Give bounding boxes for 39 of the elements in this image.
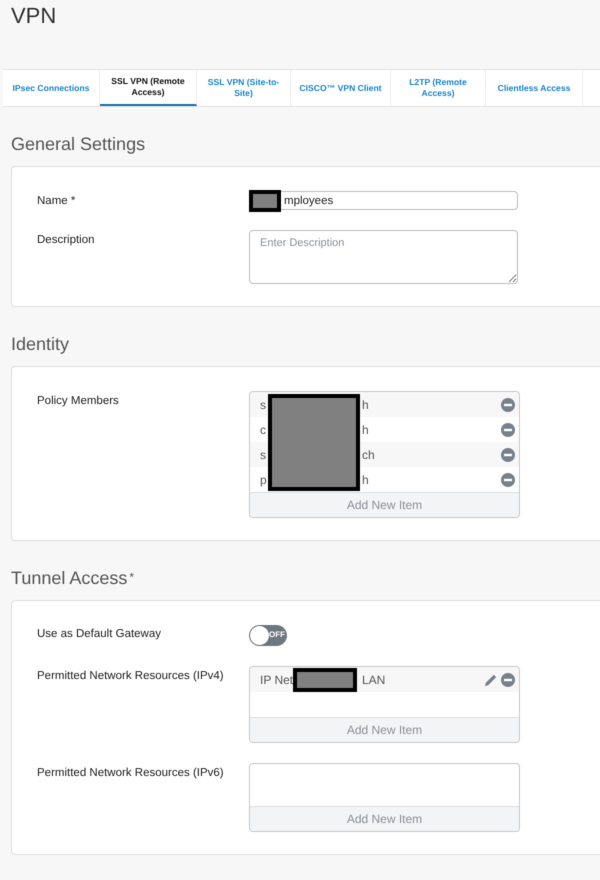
list-item-text: s — [260, 398, 267, 412]
name-field[interactable]: mployees — [249, 191, 518, 210]
description-field[interactable]: Enter Description — [249, 230, 518, 284]
list-item-text: h — [362, 398, 369, 412]
field-label: Policy Members — [36, 394, 120, 407]
tab[interactable]: IPsec Connections — [3, 70, 100, 106]
list-item-text: s — [260, 448, 267, 462]
add-item-button[interactable]: Add New Item — [250, 492, 519, 517]
tab[interactable]: SSL VPN (Site-to-Site) — [197, 70, 291, 106]
required-mark: * — [129, 570, 134, 584]
tab[interactable]: Clientless Access — [486, 70, 583, 106]
list-item-text: IP Net — [260, 672, 294, 686]
add-item-button[interactable]: Add New Item — [250, 717, 519, 742]
page-title: VPN — [10, 2, 58, 30]
remove-icon[interactable] — [501, 422, 515, 436]
remove-icon[interactable] — [501, 398, 515, 412]
tab[interactable]: CISCO™ VPN Client — [291, 70, 391, 106]
tab[interactable]: SSL VPN (Remote Access) — [100, 70, 197, 106]
tab[interactable]: L2TP (Remote Access) — [391, 70, 486, 106]
field-label: Name * — [36, 194, 76, 207]
list-item-text: h — [362, 422, 369, 436]
add-item-button[interactable]: Add New Item — [250, 806, 519, 831]
list-item-text: p — [260, 472, 268, 486]
field-label: Description — [36, 233, 96, 246]
list-item-text: LAN — [362, 672, 386, 686]
pencil-icon[interactable] — [484, 672, 498, 686]
section-title: Identity — [11, 334, 70, 354]
list-item-text: c — [260, 422, 267, 436]
field-label: Permitted Network Resources (IPv6) — [36, 766, 225, 779]
toggle-switch[interactable]: OFF — [249, 625, 287, 646]
section-title: General Settings — [11, 134, 146, 154]
field-label: Use as Default Gateway — [36, 627, 162, 640]
remove-icon[interactable] — [501, 448, 515, 462]
section-title: Tunnel Access — [11, 568, 128, 588]
remove-icon[interactable] — [501, 672, 515, 686]
field-label: Permitted Network Resources (IPv4) — [36, 669, 225, 682]
list-item-text: ch — [362, 448, 375, 462]
remove-icon[interactable] — [501, 472, 515, 486]
list-item-text: h — [362, 472, 369, 486]
